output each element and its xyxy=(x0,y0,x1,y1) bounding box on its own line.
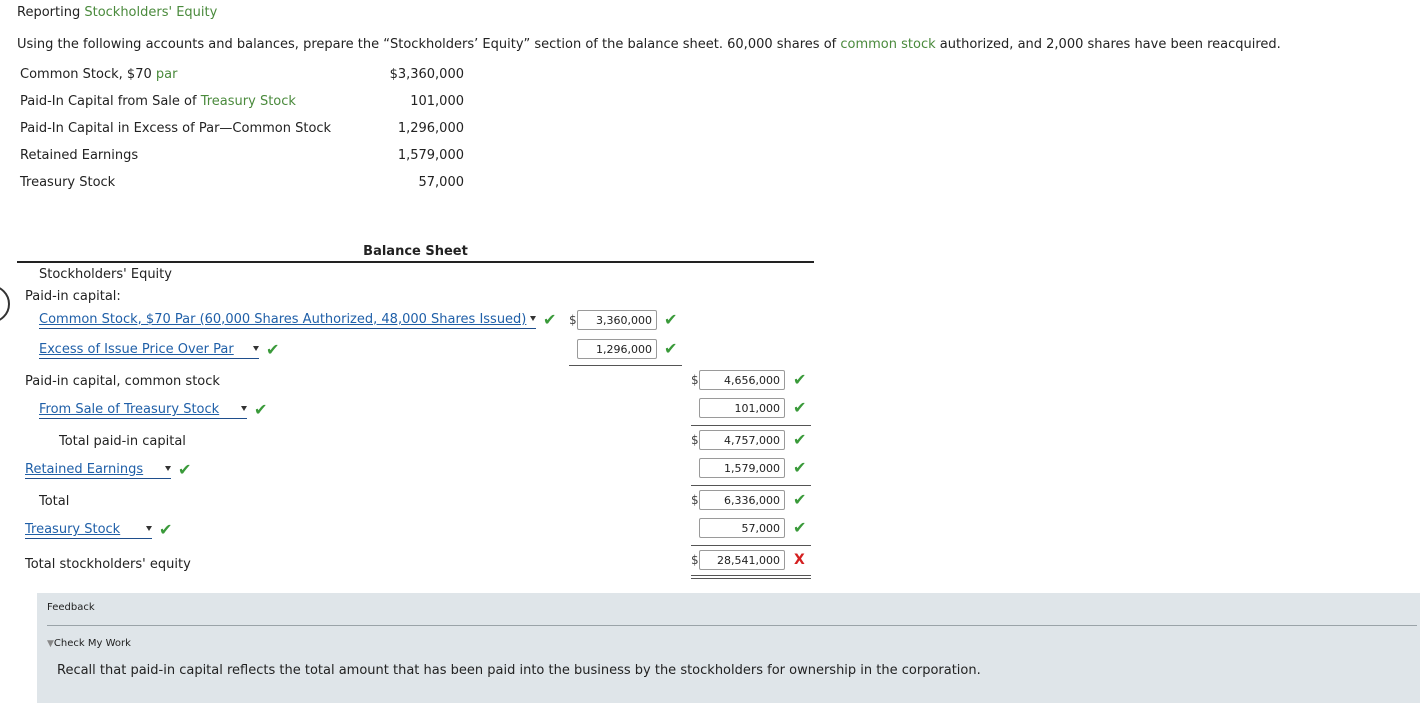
chevron-down-icon xyxy=(146,526,152,531)
chevron-down-icon xyxy=(530,316,536,321)
total-input[interactable]: 6,336,000 xyxy=(699,490,785,510)
subtotal-rule xyxy=(691,425,811,426)
feedback-text: Recall that paid-in capital reflects the… xyxy=(57,663,981,678)
check-icon: ✔ xyxy=(793,398,807,417)
chevron-down-icon xyxy=(253,346,259,351)
account-value: 101,000 xyxy=(410,94,464,109)
check-icon: ✔ xyxy=(178,460,192,479)
paid-in-capital-heading: Paid-in capital: xyxy=(25,289,121,304)
currency-symbol: $ xyxy=(691,553,699,567)
account-value: $3,360,000 xyxy=(389,67,464,82)
treasury-sale-amount-input[interactable]: 101,000 xyxy=(699,398,785,418)
check-icon: ✔ xyxy=(254,400,268,419)
double-rule-bottom xyxy=(691,578,811,579)
check-icon: ✔ xyxy=(793,430,807,449)
common-stock-dropdown[interactable]: Common Stock, $70 Par (60,000 Shares Aut… xyxy=(39,312,536,329)
check-icon: ✔ xyxy=(266,340,280,359)
check-icon: ✔ xyxy=(793,458,807,477)
par-link[interactable]: par xyxy=(156,67,178,82)
currency-symbol: $ xyxy=(569,313,577,327)
triangle-down-icon: ▼ xyxy=(47,639,54,649)
instructions: Using the following accounts and balance… xyxy=(17,37,1281,52)
excess-par-dropdown[interactable]: Excess of Issue Price Over Par xyxy=(39,342,259,359)
subtotal-rule xyxy=(569,365,682,366)
total-paid-in-label: Total paid-in capital xyxy=(59,434,186,449)
balance-sheet-title: Balance Sheet xyxy=(363,244,468,259)
subtotal-rule xyxy=(691,545,811,546)
total-equity-label: Total stockholders' equity xyxy=(25,557,191,572)
account-value: 57,000 xyxy=(418,175,465,190)
check-icon: ✔ xyxy=(793,370,807,389)
header-rule xyxy=(17,261,814,263)
currency-symbol: $ xyxy=(691,433,699,447)
retained-earnings-dropdown[interactable]: Retained Earnings xyxy=(25,462,171,479)
check-icon: ✔ xyxy=(793,490,807,509)
currency-symbol: $ xyxy=(691,493,699,507)
double-rule-top xyxy=(691,575,811,576)
account-row-common-stock: Common Stock, $70 par xyxy=(20,67,178,82)
total-label: Total xyxy=(39,494,70,509)
page-title: Reporting Stockholders' Equity xyxy=(17,5,218,20)
treasury-stock-amount-input[interactable]: 57,000 xyxy=(699,518,785,538)
check-icon: ✔ xyxy=(159,520,173,539)
treasury-stock-dropdown[interactable]: Treasury Stock xyxy=(25,522,152,539)
check-icon: ✔ xyxy=(664,310,678,329)
check-icon: ✔ xyxy=(664,339,678,358)
retained-earnings-amount-input[interactable]: 1,579,000 xyxy=(699,458,785,478)
stockholders-equity-link[interactable]: Stockholders' Equity xyxy=(84,5,217,20)
check-my-work-toggle[interactable]: ▼Check My Work xyxy=(47,638,131,649)
subtotal-rule xyxy=(691,485,811,486)
feedback-divider xyxy=(47,625,1417,626)
chevron-down-icon xyxy=(241,406,247,411)
total-paid-in-input[interactable]: 4,757,000 xyxy=(699,430,785,450)
feedback-panel: Feedback ▼Check My Work Recall that paid… xyxy=(37,593,1420,703)
check-icon: ✔ xyxy=(793,518,807,537)
account-row-treasury-stock: Treasury Stock xyxy=(20,175,116,190)
account-row-excess-par: Paid-In Capital in Excess of Par—Common … xyxy=(20,121,332,136)
check-icon: ✔ xyxy=(543,310,557,329)
section-heading: Stockholders' Equity xyxy=(39,267,172,282)
paid-in-common-label: Paid-in capital, common stock xyxy=(25,374,220,389)
treasury-sale-dropdown[interactable]: From Sale of Treasury Stock xyxy=(39,402,247,419)
feedback-heading: Feedback xyxy=(47,602,95,613)
account-row-retained-earnings: Retained Earnings xyxy=(20,148,139,163)
excess-par-amount-input[interactable]: 1,296,000 xyxy=(577,339,657,359)
error-x-icon: X xyxy=(794,552,805,568)
side-circle-icon xyxy=(0,285,10,323)
account-value: 1,296,000 xyxy=(397,121,464,136)
chevron-down-icon xyxy=(165,466,171,471)
currency-symbol: $ xyxy=(691,373,699,387)
treasury-stock-link[interactable]: Treasury Stock xyxy=(201,94,296,109)
paid-in-common-input[interactable]: 4,656,000 xyxy=(699,370,785,390)
account-row-treasury-sale: Paid-In Capital from Sale of Treasury St… xyxy=(20,94,296,109)
account-value: 1,579,000 xyxy=(397,148,464,163)
common-stock-link[interactable]: common stock xyxy=(840,37,935,52)
common-stock-amount-input[interactable]: 3,360,000 xyxy=(577,310,657,330)
total-equity-input[interactable]: 28,541,000 xyxy=(699,550,785,570)
